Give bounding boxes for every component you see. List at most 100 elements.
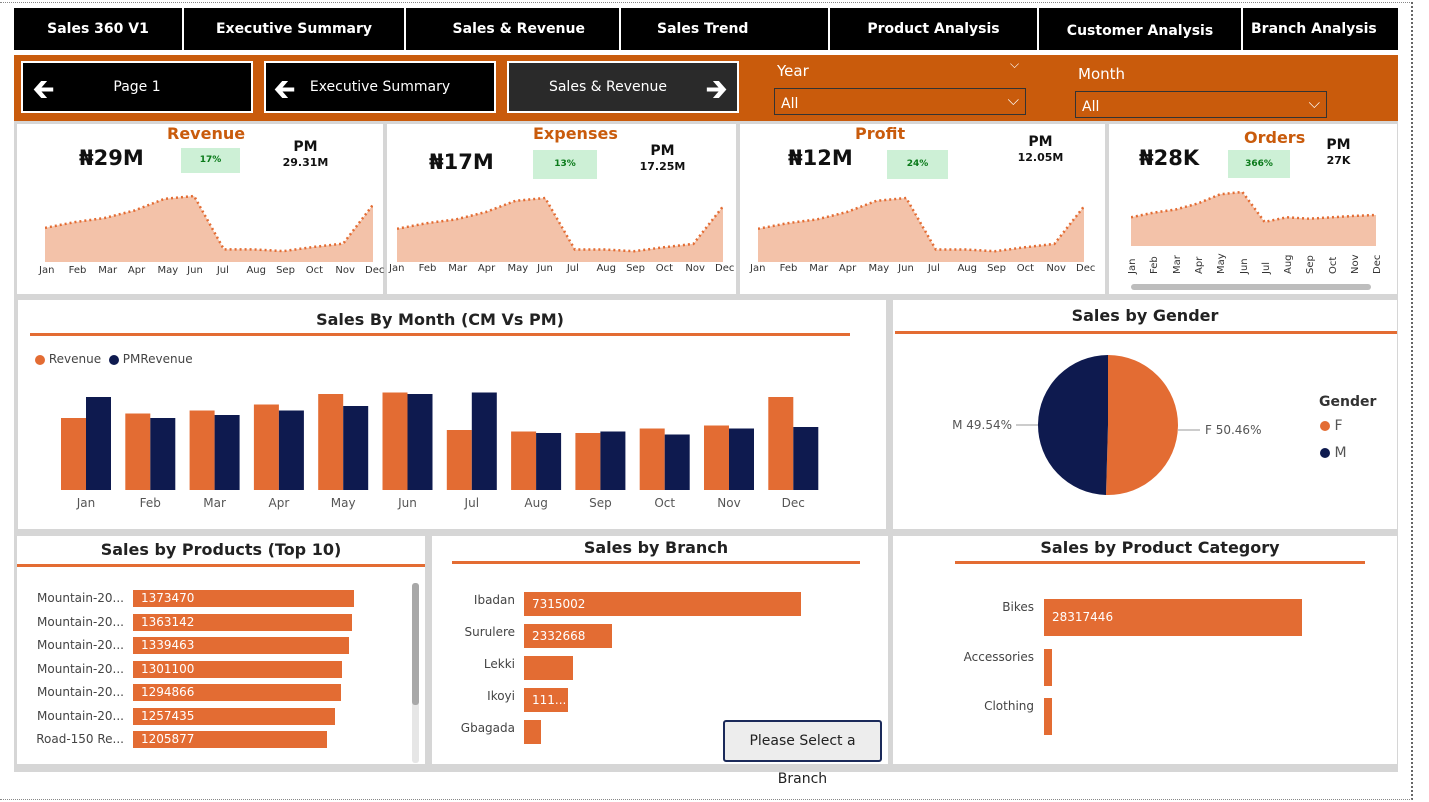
month-dropdown[interactable]: All ⌵ [1075,91,1327,118]
bar[interactable] [524,656,574,680]
bar[interactable]: 2332668 [524,624,613,648]
month-tick-label: Jun [187,265,203,276]
bar-revenue-jul[interactable] [446,430,472,490]
kpi-change-badge: 13% [533,150,597,179]
bar-pm-mar[interactable] [214,415,240,490]
bar-pm-dec[interactable] [793,427,819,490]
tab-sales-trend[interactable]: Sales Trend [621,8,830,50]
select-branch-button[interactable]: Please Select a Branch [723,720,882,787]
month-tick-label: Jun [537,263,553,274]
sales-revenue-button[interactable]: Sales & Revenue 🡲 [507,61,739,113]
bar-revenue-sep[interactable] [575,433,601,490]
page1-label: Page 1 [113,79,161,95]
bar[interactable]: 28317446 [1044,599,1302,636]
bar-revenue-apr[interactable] [253,404,279,491]
bar-pm-nov[interactable] [729,428,754,491]
month-tick-label: Nov [1046,263,1066,274]
year-expand-icon[interactable]: ⌵ [1010,57,1019,72]
tab-branch-analysis[interactable]: Branch Analysis [1243,8,1398,50]
sales-revenue-label: Sales & Revenue [548,79,668,95]
month-tick-label: Mar [448,263,468,274]
bar[interactable]: 7315002 [524,592,801,616]
bar[interactable]: 1339463 [133,637,349,654]
month-tick-label: Jan [1127,258,1138,274]
orders-sparkline [1131,190,1376,246]
bar-pm-jan[interactable] [86,397,111,490]
month-tick-label: Jul [1260,261,1272,274]
pie-slice-m[interactable] [1037,355,1108,495]
year-slicer-title: Year [777,62,809,80]
sales-by-month-chart: Jan Feb Mar Apr May Jun Jul Aug Sep Oct Nov Dec [61,392,819,510]
bar[interactable]: 1257435 [133,707,336,725]
month-tick-label: Dec [1076,263,1096,274]
month-tick-label: Oct [305,265,324,276]
horizontal-scrollbar[interactable] [1131,284,1371,290]
bar-category-label: Mountain-20... [37,638,124,652]
title-underline [955,561,1365,564]
pie-slice-f[interactable] [1105,355,1178,495]
bar-revenue-feb[interactable] [125,413,151,491]
tab-executive-summary[interactable]: Executive Summary [184,8,406,50]
bar-revenue-mar[interactable] [189,410,215,491]
bar[interactable]: 1205877 [133,731,328,748]
bar[interactable] [1044,698,1052,735]
bar-pm-aug[interactable] [536,433,562,490]
bar-pm-oct[interactable] [664,434,690,491]
executive-summary-button[interactable]: 🡰 Executive Summary [264,61,496,113]
bar-category-label: Mountain-20... [37,708,124,723]
month-tick-label: Jul [927,263,940,274]
bar-revenue-oct[interactable] [639,428,665,491]
sparkline-area [758,198,1084,262]
month-tick-label: Jan [39,265,55,276]
bar-revenue-dec[interactable] [768,397,794,490]
bar-pm-apr[interactable] [278,410,304,491]
month-axis: Jan Feb Mar Apr May Jun Jul Aug Sep Oct Nov Dec [387,263,734,277]
bar[interactable] [1044,648,1052,686]
chart-title: Sales by Products (Top 10) [100,540,342,559]
month-tick-label: Aug [957,263,977,274]
month-axis: Jan Feb Mar Apr May Jun Jul Aug Sep Oct Nov Dec [748,263,1096,277]
month-tick-label: Nov [335,265,355,276]
bar-revenue-jun[interactable] [382,392,408,491]
legend-marker-revenue [35,354,45,365]
year-dropdown[interactable]: All ⌵ [774,88,1026,115]
month-tick-label: Mar [98,265,118,276]
bar-revenue-jan[interactable] [61,418,86,490]
bar-category-label: Mountain-20... [37,591,124,605]
month-axis-vertical: Jan Feb Mar Apr May Jun Jul Aug Sep Oct Nov Dec [1127,253,1387,275]
month-tick-label: Feb [1149,256,1161,274]
tab-sales-revenue[interactable]: Sales & Revenue [406,8,621,50]
bar[interactable]: 1363142 [133,613,353,631]
bar[interactable]: 1373470 [133,590,354,607]
page1-button[interactable]: 🡰 Page 1 [21,61,253,113]
sparkline-area [1131,192,1376,246]
month-tick-label: Jan [389,263,405,274]
bar-revenue-aug[interactable] [511,431,537,491]
tab-customer-analysis[interactable]: Customer Analysis [1039,8,1243,50]
bar-revenue-nov[interactable] [704,425,729,491]
bar-pm-feb[interactable] [150,418,176,490]
bar-pm-jul[interactable] [471,392,497,491]
chart-title: Sales by Product Category [1040,538,1280,557]
kpi-title: Orders [1244,128,1306,147]
expenses-sparkline [397,196,723,262]
bar-revenue-may[interactable] [318,394,344,490]
month-tick-label: May [868,263,890,274]
bar-category-label: Ibadan [473,593,515,607]
bar-pm-jun[interactable] [407,394,433,490]
tab-sales-360[interactable]: Sales 360 V1 [14,8,184,50]
bar[interactable]: 111... [524,688,568,712]
title-underline [30,333,850,336]
kpi-title: Expenses [533,124,618,143]
bar[interactable]: 1301100 [133,660,343,678]
bar[interactable]: 1294866 [133,684,342,701]
tab-product-analysis[interactable]: Product Analysis [830,8,1039,50]
bar-pm-sep[interactable] [600,431,626,491]
canvas-border-bottom [0,799,1412,800]
bar-pm-may[interactable] [343,406,369,490]
bar[interactable] [524,720,542,744]
products-scrollbar-thumb[interactable] [412,583,419,705]
month-axis-label: Oct [654,496,675,510]
month-axis-label: Jul [464,496,479,510]
arrow-right-icon: 🡲 [705,75,727,105]
